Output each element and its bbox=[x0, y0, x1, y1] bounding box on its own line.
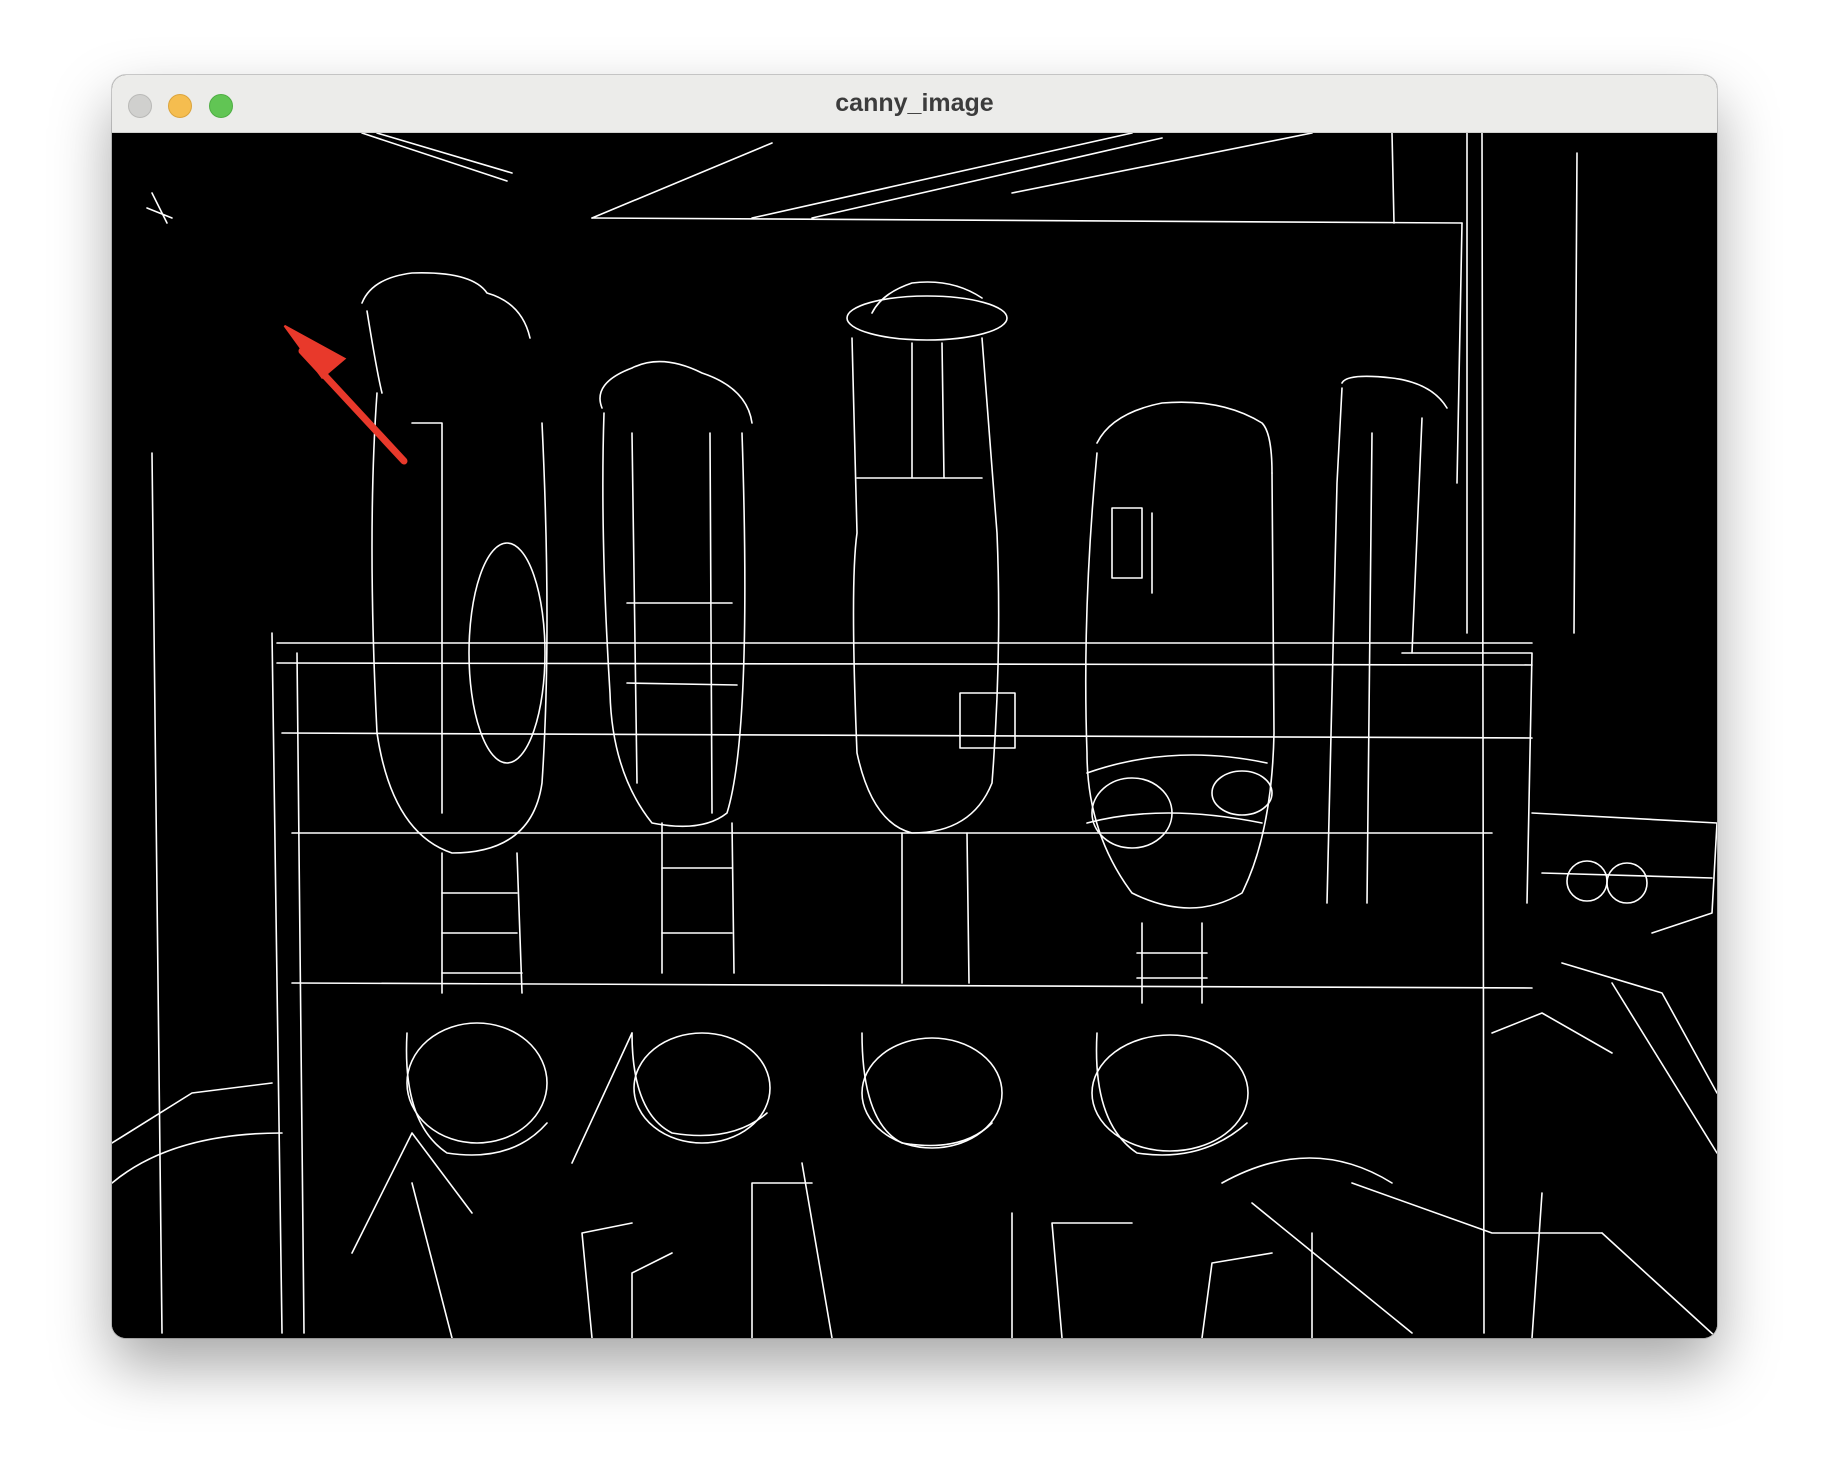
window-title: canny_image bbox=[835, 89, 994, 117]
title-bar[interactable]: canny_image bbox=[112, 75, 1717, 133]
app-window: canny_image bbox=[112, 75, 1717, 1338]
edge-image bbox=[112, 133, 1717, 1338]
canny-image-canvas bbox=[112, 133, 1717, 1338]
